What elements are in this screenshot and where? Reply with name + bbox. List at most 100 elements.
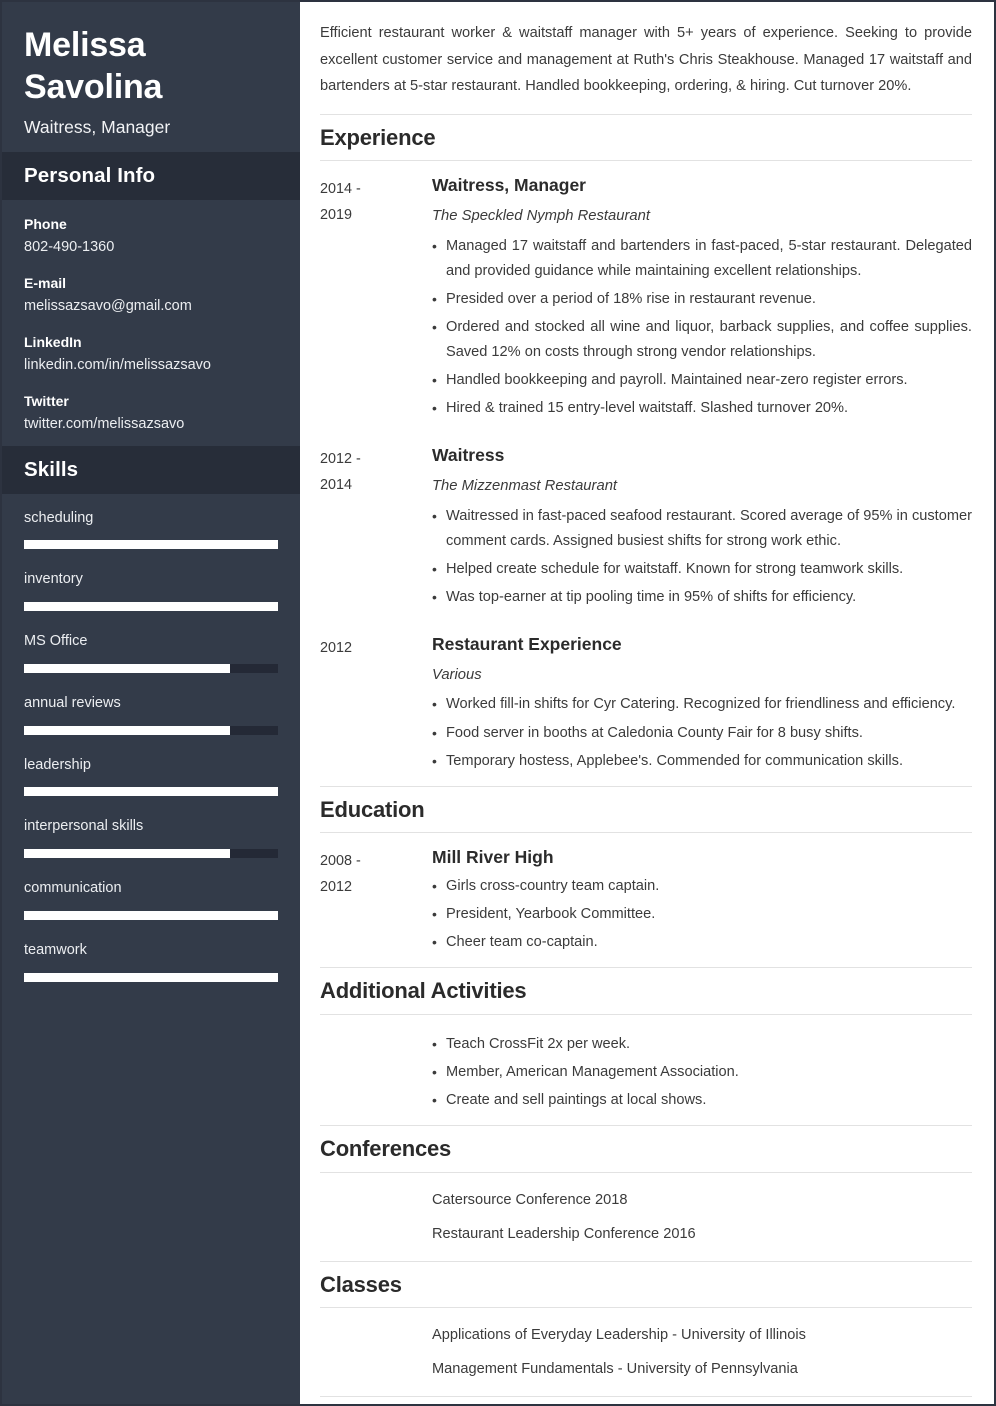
contact-value: melissazsavo@gmail.com: [24, 297, 192, 314]
class-item: Management Fundamentals - University of …: [432, 1361, 798, 1378]
skill-name: MS Office: [24, 633, 88, 649]
skill-level-track: [24, 972, 278, 982]
skill-item: scheduling: [24, 508, 278, 550]
skill-name: scheduling: [24, 509, 94, 526]
contact-item: Twitter twitter.com/melissazsavo: [24, 391, 278, 435]
personal-info-band: Personal Info: [2, 152, 300, 201]
skill-item: annual reviews: [24, 693, 278, 735]
entry-date-line: 2014 -: [320, 181, 361, 198]
experience-entry: 2014 - 2019 Waitress, Manager The Speckled …: [320, 161, 972, 431]
section-education: Education 2008 - 2012 Mill River High Girls…: [320, 785, 972, 968]
entry-date-line: 2014: [320, 477, 353, 494]
contact-value: twitter.com/melissazsavo: [24, 415, 185, 432]
bullet-item: Presided over a period of 18% rise in re…: [432, 287, 972, 312]
skill-item: teamwork: [24, 940, 278, 982]
section-experience: Experience 2014 - 2019 Waitress, Manager Th…: [320, 113, 972, 786]
section-title-education: Education: [320, 785, 972, 834]
entry-organization: The Speckled Nymph Restaurant: [432, 207, 650, 224]
skill-level-track: [24, 602, 278, 611]
entry-dates: 2014 - 2019: [320, 174, 432, 431]
section-conferences: Conferences Catersource Conference 2018 R…: [320, 1125, 972, 1261]
skill-item: MS Office: [24, 631, 278, 673]
skill-item: communication: [24, 878, 278, 920]
entry-dates: 2008 - 2012: [320, 846, 432, 965]
section-title-experience: Experience: [320, 113, 972, 162]
section-activities: Additional Activities Teach CrossFit 2x …: [320, 967, 972, 1125]
entry-body: Restaurant Experience Various Worked fill-…: [432, 633, 972, 784]
name-block: Melissa Savolina Waitress, Manager: [2, 2, 300, 152]
skill-level-fill: [24, 787, 278, 797]
section-classes: Classes Applications of Everyday Leaders…: [320, 1260, 972, 1397]
bullet-item: Worked fill-in shifts for Cyr Catering. …: [432, 692, 972, 717]
contact-label: Phone: [24, 216, 67, 233]
contact-value: linkedin.com/in/melissazsavo: [24, 356, 211, 373]
activities-bullets: Teach CrossFit 2x per week. Member, Ameri…: [432, 1032, 972, 1113]
skill-item: interpersonal skills: [24, 816, 278, 858]
entry-body: Mill River High Girls cross-country team …: [432, 846, 972, 965]
skill-level-track: [24, 910, 278, 920]
bullet-item: President, Yearbook Committee.: [432, 902, 972, 927]
skills-heading: Skills: [24, 457, 79, 481]
entry-role: Waitress: [432, 445, 505, 466]
skills-list: scheduling inventory MS Office annual revie…: [2, 494, 300, 1002]
skill-name: communication: [24, 880, 122, 896]
bullet-item: Create and sell paintings at local shows…: [432, 1088, 972, 1113]
section-title-activities: Additional Activities: [320, 967, 972, 1015]
contact-list: Phone 802-490-1360 E-mail melissazsavo@gmai…: [2, 200, 300, 445]
skill-level-fill: [24, 849, 230, 858]
bullet-item: Hired & trained 15 entry-level waitstaff…: [432, 396, 972, 421]
experience-entry: 2012 Restaurant Experience Various Worked f…: [320, 620, 972, 784]
activities-date-spacer: [320, 1027, 432, 1113]
skill-level-fill: [24, 725, 230, 735]
entry-bullets: Worked fill-in shifts for Cyr Catering. …: [432, 692, 972, 773]
contact-item: LinkedIn linkedin.com/in/melissazsavo: [24, 332, 278, 376]
section-title-conferences: Conferences: [320, 1125, 972, 1173]
entry-dates: 2012 - 2014: [320, 444, 432, 620]
entry-date-line: 2019: [320, 207, 353, 224]
contact-label: E-mail: [24, 275, 67, 292]
skill-item: inventory: [24, 569, 278, 611]
bullet-item: Handled bookkeeping and payroll. Maintai…: [432, 368, 972, 393]
contact-item: Phone 802-490-1360: [24, 214, 278, 258]
conference-item: Restaurant Leadership Conference 2016: [432, 1225, 696, 1242]
skill-level-track: [24, 849, 278, 858]
conference-item: Catersource Conference 2018: [432, 1191, 628, 1208]
conferences-date-spacer: [320, 1188, 432, 1247]
skills-band: Skills: [2, 445, 300, 494]
contact-value: 802-490-1360: [24, 238, 115, 255]
bullet-item: Member, American Management Association.: [432, 1060, 972, 1085]
entry-bullets: Girls cross-country team captain. Preside…: [432, 874, 972, 955]
entry-bullets: Waitressed in fast-paced seafood restaur…: [432, 504, 972, 610]
class-item: Applications of Everyday Leadership - Un…: [432, 1327, 806, 1344]
entry-school: Mill River High: [432, 847, 554, 868]
bullet-item: Teach CrossFit 2x per week.: [432, 1032, 972, 1057]
skill-level-fill: [24, 540, 278, 550]
activities-body: Teach CrossFit 2x per week. Member, Ameri…: [432, 1027, 972, 1113]
summary-paragraph: Efficient restaurant worker & waitstaff …: [320, 25, 972, 95]
bullet-item: Food server in booths at Caledonia Count…: [432, 721, 972, 746]
skill-name: leadership: [24, 756, 91, 773]
bullet-item: Was top-earner at tip pooling time in 95…: [432, 585, 972, 610]
bullet-item: Helped create schedule for waitstaff. Kn…: [432, 557, 972, 582]
experience-entries: 2014 - 2019 Waitress, Manager The Speckled …: [320, 161, 972, 784]
conferences-block: Catersource Conference 2018 Restaurant Le…: [320, 1173, 972, 1259]
skill-level-fill: [24, 663, 230, 673]
entry-dates: 2012: [320, 633, 432, 784]
name-line-1: Melissa: [24, 26, 146, 64]
skill-level-track: [24, 663, 278, 673]
classes-block: Applications of Everyday Leadership - Un…: [320, 1308, 972, 1394]
entry-body: Waitress, Manager The Speckled Nymph Rest…: [432, 174, 972, 431]
bullet-item: Ordered and stocked all wine and liquor,…: [432, 315, 972, 365]
bullet-item: Waitressed in fast-paced seafood restaur…: [432, 504, 972, 554]
classes-body: Applications of Everyday Leadership - Un…: [432, 1323, 972, 1382]
sidebar: Melissa Savolina Waitress, Manager Perso…: [2, 2, 300, 1404]
section-title-classes: Classes: [320, 1260, 972, 1309]
conferences-body: Catersource Conference 2018 Restaurant Le…: [432, 1188, 972, 1247]
contact-item: E-mail melissazsavo@gmail.com: [24, 273, 278, 317]
education-entry: 2008 - 2012 Mill River High Girls cross-cou…: [320, 833, 972, 965]
activities-block: Teach CrossFit 2x per week. Member, Ameri…: [320, 1015, 972, 1123]
contact-label: Twitter: [24, 393, 69, 410]
classes-date-spacer: [320, 1323, 432, 1382]
candidate-job-title: Waitress, Manager: [24, 117, 171, 138]
contact-label: LinkedIn: [24, 334, 82, 351]
